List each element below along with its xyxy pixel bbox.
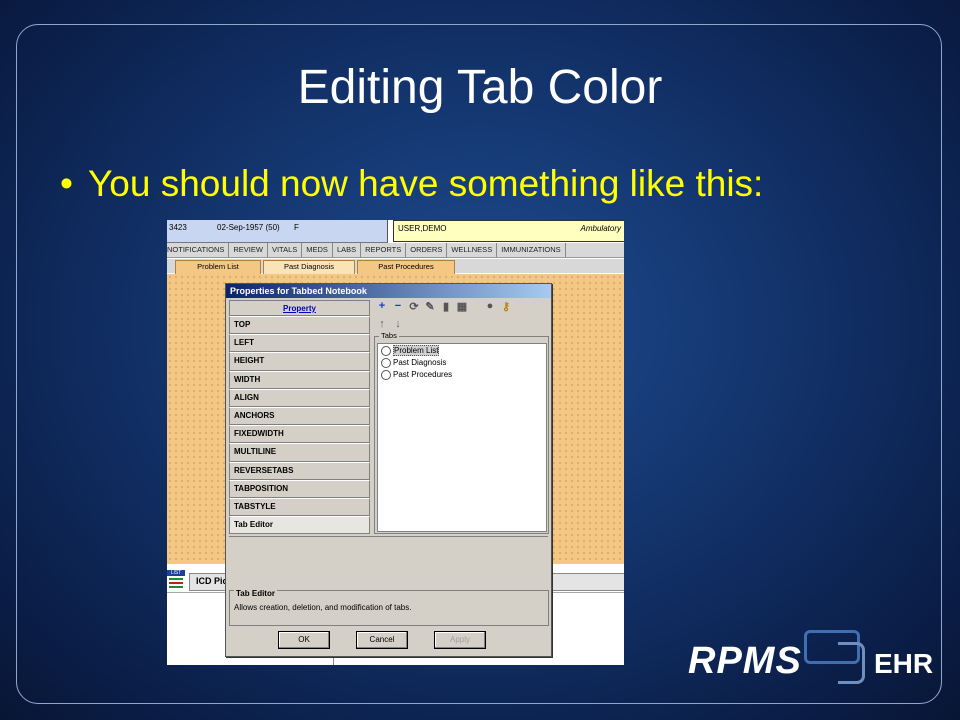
add-icon[interactable]: + xyxy=(376,300,388,312)
tab-reports[interactable]: REPORTS xyxy=(361,243,407,257)
user-name: USER,DEMO xyxy=(398,224,447,233)
property-tabposition[interactable]: TABPOSITION xyxy=(229,479,370,498)
tab-review[interactable]: REVIEW xyxy=(229,243,268,257)
main-tab-bar: NOTIFICATIONS REVIEW VITALS MEDS LABS RE… xyxy=(167,243,624,258)
tab-editor-description: Tab Editor Allows creation, deletion, an… xyxy=(229,589,549,626)
property-align[interactable]: ALIGN xyxy=(229,388,370,407)
remove-icon[interactable]: − xyxy=(392,300,404,312)
rpms-ehr-logo: RPMS EHR xyxy=(686,628,936,698)
move-up-icon[interactable]: ↑ xyxy=(376,318,388,330)
patient-header[interactable]: 3423 02-Sep-1957 (50) F xyxy=(167,220,388,243)
property-anchors[interactable]: ANCHORS xyxy=(229,406,370,426)
pen-icon[interactable]: ✎ xyxy=(424,300,436,313)
tabs-group-label: Tabs xyxy=(379,331,399,340)
lock-icon[interactable]: ● xyxy=(484,300,496,312)
move-down-icon[interactable]: ↓ xyxy=(392,318,404,330)
property-height[interactable]: HEIGHT xyxy=(229,352,370,371)
grid-icon[interactable]: ▦ xyxy=(456,300,468,313)
editor-description: Allows creation, deletion, and modificat… xyxy=(234,603,412,612)
tabs-group: Tabs Problem List Past Diagnosis Past Pr… xyxy=(374,331,549,534)
tab-editor-toolbar: + − ⟳ ✎ ▮ ▦ ● ⚷ xyxy=(374,300,549,316)
property-multiline[interactable]: MULTILINE xyxy=(229,443,370,462)
refresh-icon[interactable]: ⟳ xyxy=(408,300,420,313)
patient-dob: 02-Sep-1957 (50) xyxy=(217,223,280,232)
patient-sex: F xyxy=(294,223,299,232)
list-icon-label: LIST xyxy=(167,570,185,576)
property-tab-editor[interactable]: Tab Editor xyxy=(229,516,370,535)
icd-label: ICD Pic xyxy=(196,576,228,586)
tab-notifications[interactable]: NOTIFICATIONS xyxy=(167,243,230,257)
user-header[interactable]: USER,DEMO Ambulatory xyxy=(393,220,624,242)
cancel-button[interactable]: Cancel xyxy=(356,631,408,649)
tabs-tree-item-label: Past Diagnosis xyxy=(393,358,447,368)
bullet-dot: • xyxy=(60,163,73,204)
tabs-tree-item[interactable]: Past Diagnosis xyxy=(381,358,446,368)
move-toolbar: ↑ ↓ xyxy=(374,318,434,332)
ehr-screenshot: 3423 02-Sep-1957 (50) F USER,DEMO Ambula… xyxy=(167,220,624,665)
property-tabstyle[interactable]: TABSTYLE xyxy=(229,497,370,517)
property-width[interactable]: WIDTH xyxy=(229,370,370,389)
notebook-tab-problem-list[interactable]: Problem List xyxy=(175,260,261,274)
tab-node-icon xyxy=(381,346,391,356)
slide-title: Editing Tab Color xyxy=(297,61,663,114)
list-icon[interactable]: LIST xyxy=(167,570,185,592)
tab-meds[interactable]: MEDS xyxy=(302,243,333,257)
property-top[interactable]: TOP xyxy=(229,316,370,335)
list-icon-line xyxy=(169,582,183,584)
bullet-text: You should now have something like this: xyxy=(88,163,764,204)
notebook-tab-past-diagnosis[interactable]: Past Diagnosis xyxy=(263,260,355,274)
tabs-tree-item-label: Past Procedures xyxy=(393,370,453,380)
tabs-tree-item-label: Problem List xyxy=(393,345,440,357)
tab-node-icon xyxy=(381,358,391,368)
dialog-divider xyxy=(229,536,548,537)
ok-button[interactable]: OK xyxy=(278,631,330,649)
logo-ehr: EHR xyxy=(874,648,934,679)
tab-orders[interactable]: ORDERS xyxy=(406,243,448,257)
property-list: Property TOP LEFT HEIGHT WIDTH ALIGN ANC… xyxy=(229,300,370,535)
dialog-title[interactable]: Properties for Tabbed Notebook xyxy=(226,284,551,298)
logo-rpms: RPMS xyxy=(688,640,802,682)
list-icon-line xyxy=(169,578,183,580)
slide-background: Editing Tab Color • You should now have s… xyxy=(0,0,960,720)
notebook-tab-past-procedures[interactable]: Past Procedures xyxy=(357,260,455,274)
book-icon[interactable]: ▮ xyxy=(440,300,452,313)
tab-node-icon xyxy=(381,370,391,380)
property-left[interactable]: LEFT xyxy=(229,334,370,353)
tab-wellness[interactable]: WELLNESS xyxy=(447,243,498,257)
list-icon-line xyxy=(169,586,183,588)
clinic-name: Ambulatory xyxy=(580,224,621,233)
tabs-tree: Problem List Past Diagnosis Past Procedu… xyxy=(377,343,547,532)
tabs-tree-item[interactable]: Past Procedures xyxy=(381,370,452,380)
property-fixedwidth[interactable]: FIXEDWIDTH xyxy=(229,425,370,444)
property-reversetabs[interactable]: REVERSETABS xyxy=(229,461,370,480)
logo-bracket-graphic xyxy=(838,642,865,684)
property-header[interactable]: Property xyxy=(229,300,370,316)
apply-button[interactable]: Apply xyxy=(434,631,486,649)
tab-vitals[interactable]: VITALS xyxy=(268,243,303,257)
tab-labs[interactable]: LABS xyxy=(333,243,362,257)
patient-id: 3423 xyxy=(169,223,187,232)
properties-dialog: Properties for Tabbed Notebook Property … xyxy=(225,283,552,657)
editor-title: Tab Editor xyxy=(234,589,277,598)
slide-bullet: • You should now have something like this… xyxy=(60,163,763,205)
tab-immunizations[interactable]: IMMUNIZATIONS xyxy=(497,243,566,257)
key-icon[interactable]: ⚷ xyxy=(500,300,512,313)
tabs-tree-item[interactable]: Problem List xyxy=(381,345,440,357)
notebook-tab-bar: Problem List Past Diagnosis Past Procedu… xyxy=(167,259,624,274)
